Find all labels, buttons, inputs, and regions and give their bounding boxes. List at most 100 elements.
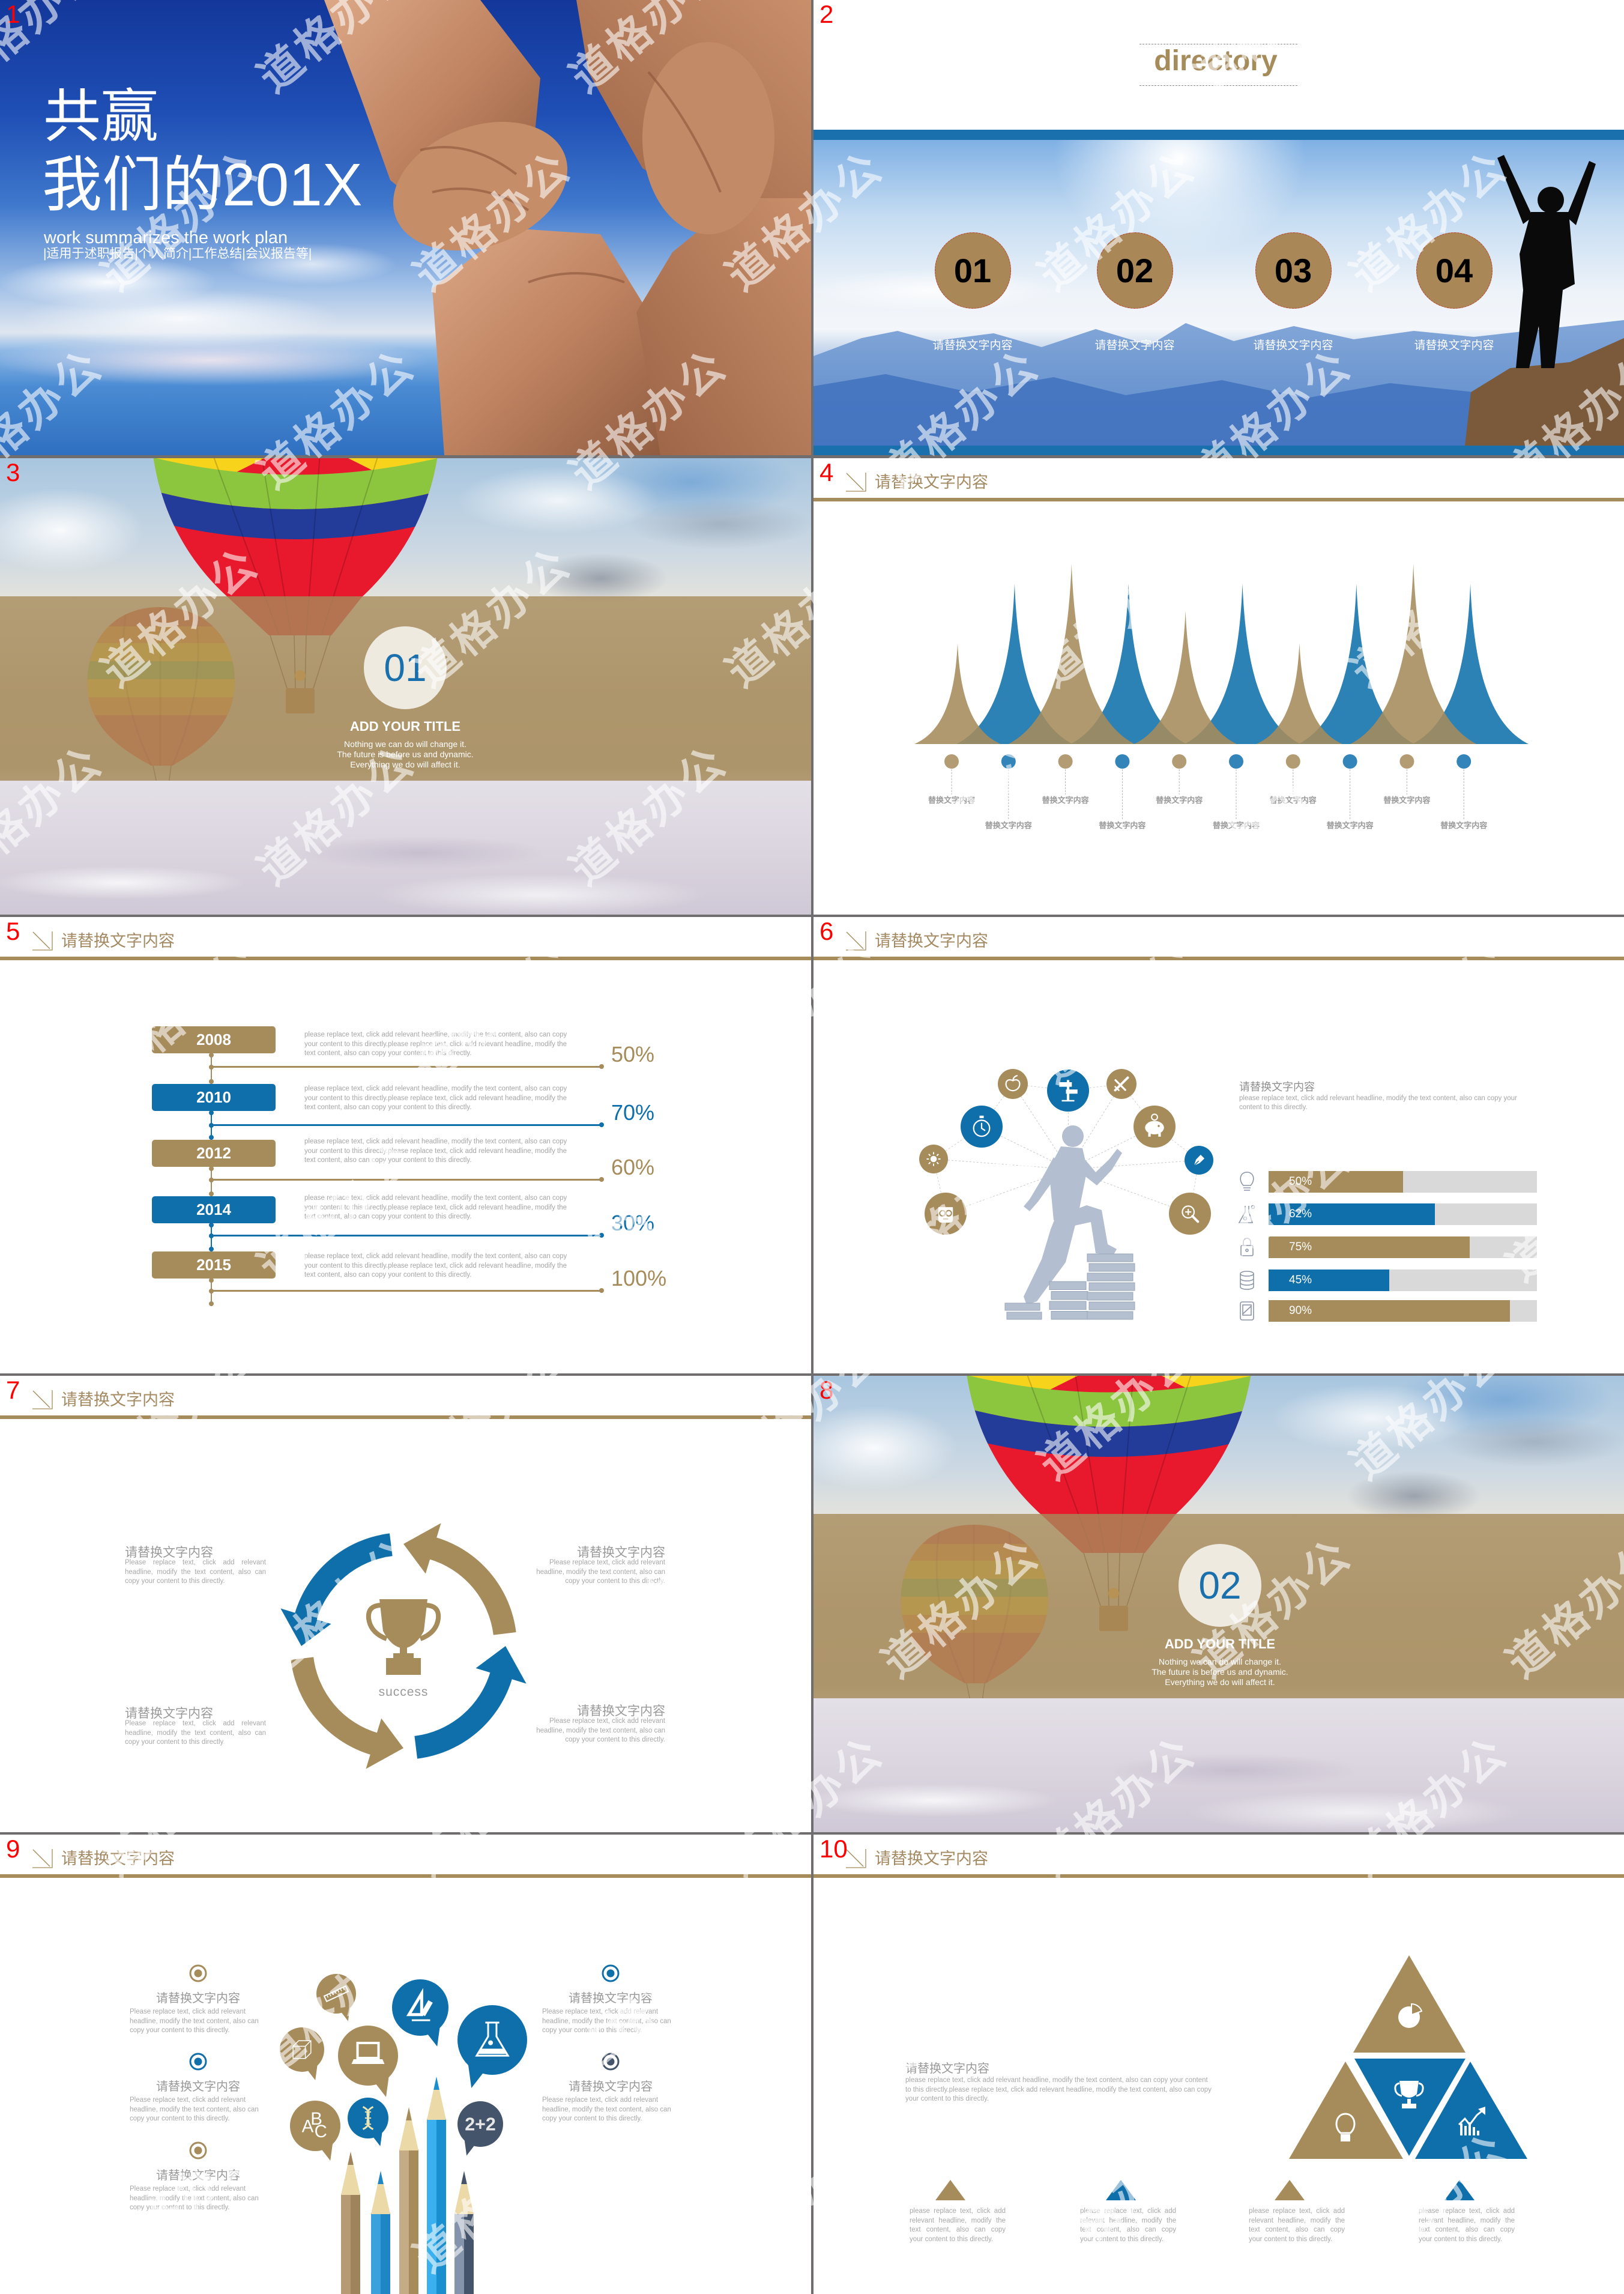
slide-7-cycle: 7 请替换文字内容 success 请替换文字内容 Please replace… xyxy=(0,1376,811,1832)
timeline-progress-line xyxy=(211,1235,602,1236)
description-line: Everything we do will affect it. xyxy=(350,760,460,769)
skill-bar-track: 90% xyxy=(1269,1300,1537,1322)
section-title: ADD YOUR TITLE xyxy=(349,719,461,734)
timeline-end-node xyxy=(599,1122,604,1127)
cover-subtitle-cn: |适用于述职报告|个人简介|工作总结|会议报告等| xyxy=(43,247,312,261)
timeline-percent: 70% xyxy=(611,1100,655,1125)
letter-glyph: C xyxy=(315,2122,327,2141)
directory-item-badge: 01 xyxy=(934,232,1011,309)
mountain-ridges xyxy=(814,155,1624,446)
skill-bar-label: 75% xyxy=(1289,1241,1312,1253)
slide-number: 10 xyxy=(820,1835,848,1863)
peak-dot xyxy=(1399,754,1414,769)
trophy-icon xyxy=(366,1599,441,1675)
peak-label: 替换文字内容 xyxy=(1440,821,1487,830)
section-number-badge: 02 xyxy=(1179,1544,1261,1627)
header-arrow-icon xyxy=(32,931,53,951)
section-title: ADD YOUR TITLE xyxy=(1164,1636,1276,1651)
timeline-end-node xyxy=(599,1064,604,1069)
timeline-node xyxy=(209,1278,214,1283)
column-marker-triangle xyxy=(1444,2180,1475,2200)
item-title: 请替换文字内容 xyxy=(569,1992,653,2005)
peak-label: 替换文字内容 xyxy=(1156,796,1203,805)
pencil xyxy=(399,2107,418,2294)
skill-bar-label: 62% xyxy=(1289,1208,1312,1220)
item-body: Please replace text, click add relevant … xyxy=(542,2008,671,2034)
skill-bar-track: 75% xyxy=(1269,1236,1537,1258)
timeline-node xyxy=(209,1135,214,1140)
section-description: Nothing we can do will change it. The fu… xyxy=(285,739,525,770)
book xyxy=(1087,1292,1133,1301)
skill-bar-track: 62% xyxy=(1269,1203,1537,1225)
directory-item-label: 请替换文字内容 xyxy=(932,339,1013,352)
description-line: Nothing we can do will change it. xyxy=(344,739,466,749)
peak-dot xyxy=(944,754,959,769)
piggy-bank-icon xyxy=(1133,1106,1176,1148)
peak-label: 替换文字内容 xyxy=(1270,796,1317,805)
joined-hands-photo xyxy=(324,0,811,455)
pencil xyxy=(454,2171,474,2294)
content-title: 请替换文字内容 xyxy=(1239,1081,1315,1093)
slide-8-section: 8 02 ADD YOUR TITLE Nothing we can do wi… xyxy=(814,1376,1624,1832)
block-body-top-right: Please replace text, click add relevant … xyxy=(536,1559,665,1585)
target-marker-icon xyxy=(602,1964,620,1982)
timeline-percent: 50% xyxy=(611,1042,655,1067)
timeline-description: please replace text, click add relevant … xyxy=(304,1253,567,1279)
book xyxy=(1004,1303,1040,1311)
timeline-description: please replace text, click add relevant … xyxy=(304,1138,567,1164)
block-body-bottom-left: Please replace text, click add relevant … xyxy=(125,1720,266,1746)
directory-item-label: 请替换文字内容 xyxy=(1253,339,1333,352)
slide-number: 3 xyxy=(6,458,20,486)
skill-bar-label: 50% xyxy=(1289,1175,1312,1188)
peaks-infographic: 替换文字内容替换文字内容替换文字内容替换文字内容替换文字内容替换文字内容替换文字… xyxy=(914,564,1529,830)
timeline-percent: 60% xyxy=(611,1155,655,1179)
section-number-badge: 01 xyxy=(364,626,447,709)
peak-dot xyxy=(1456,754,1472,769)
slide-number: 6 xyxy=(820,917,834,945)
column-marker-triangle xyxy=(1106,2180,1136,2200)
section-description: Nothing we can do will change it. The fu… xyxy=(1100,1657,1340,1687)
description-line: Everything we do will affect it. xyxy=(1165,1677,1275,1687)
column-marker-triangle xyxy=(935,2180,965,2200)
timeline-progress-line xyxy=(211,1179,602,1181)
timeline-end-node xyxy=(599,1177,604,1182)
year-badge: 2014 xyxy=(152,1196,276,1223)
book-stacks xyxy=(1004,1253,1135,1320)
pencil-bubbles-illustration: ABC 2+2 xyxy=(189,1964,620,2294)
timeline-percent: 30% xyxy=(611,1211,655,1235)
peak-label: 替换文字内容 xyxy=(985,821,1032,830)
slide-number: 2 xyxy=(820,0,834,28)
item-title: 请替换文字内容 xyxy=(156,2169,240,2182)
timeline-progress-line xyxy=(211,1290,602,1292)
stopwatch-icon xyxy=(961,1106,1003,1148)
slide-header-title: 请替换文字内容 xyxy=(61,932,175,950)
ruler-bubble-icon xyxy=(316,1974,356,2021)
skill-bar-track: 45% xyxy=(1269,1270,1537,1291)
block-body-bottom-right: Please replace text, click add relevant … xyxy=(536,1717,665,1743)
database-icon xyxy=(1240,1271,1254,1290)
target-marker-icon xyxy=(189,2141,207,2159)
cover-subtitle-en: work summarizes the work plan xyxy=(44,228,288,247)
description-line: The future is before us and dynamic. xyxy=(1152,1667,1288,1677)
book xyxy=(1049,1281,1087,1290)
nerd-face-icon xyxy=(925,1193,967,1235)
slide-6-skills: 6 请替换文字内容 请替换文字内容 please replace text, c… xyxy=(814,917,1624,1373)
peak-label: 替换文字内容 xyxy=(928,796,975,805)
directory-item-badge: 03 xyxy=(1255,232,1332,309)
flask-icon xyxy=(1238,1205,1255,1223)
item-body: Please replace text, click add relevant … xyxy=(130,2096,259,2122)
content-title: 请替换文字内容 xyxy=(905,2062,989,2075)
slide-number: 1 xyxy=(6,0,20,28)
slide-number: 8 xyxy=(820,1376,834,1404)
airplane-icon xyxy=(1106,1069,1136,1099)
peak-dot xyxy=(1058,754,1073,769)
peak-dot xyxy=(1342,754,1357,769)
cover-title-line-2: 我们的201X xyxy=(42,151,363,219)
book xyxy=(1088,1263,1135,1272)
timeline-node xyxy=(209,1053,214,1058)
year-badge: 2015 xyxy=(152,1251,276,1279)
slide-3-section: 3 01 ADD YOUR TITLE Nothing we can do wi… xyxy=(0,458,811,915)
sun-icon xyxy=(919,1145,948,1173)
cover-title-line-1: 共赢 xyxy=(43,85,158,149)
tablet-icon xyxy=(1240,1301,1254,1321)
